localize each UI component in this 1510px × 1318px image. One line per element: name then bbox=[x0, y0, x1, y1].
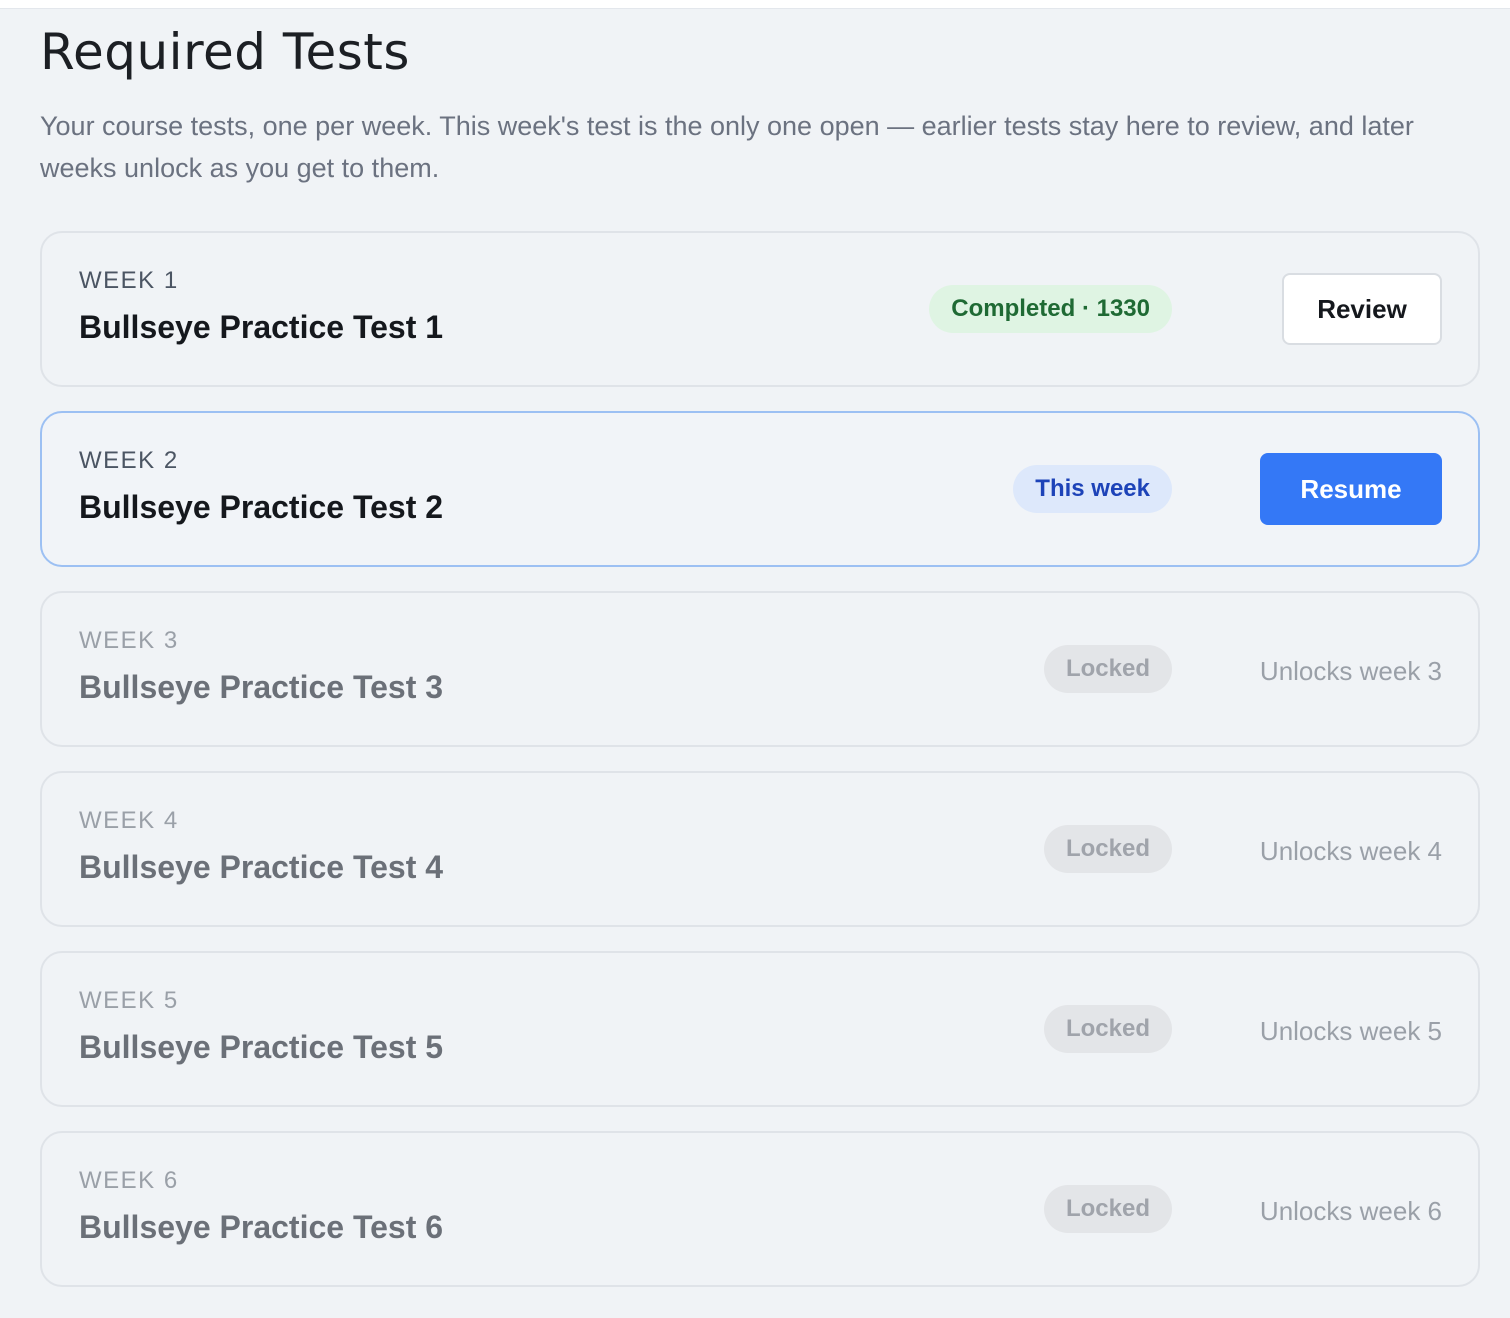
test-card-week-2: WEEK 2 Bullseye Practice Test 2 This wee… bbox=[40, 411, 1480, 567]
resume-button[interactable]: Resume bbox=[1260, 453, 1442, 525]
this-week-badge: This week bbox=[1013, 465, 1172, 513]
unlock-note: Unlocks week 6 bbox=[1259, 1196, 1442, 1226]
page-title: Required Tests bbox=[40, 23, 410, 81]
completed-badge: Completed · 1330 bbox=[929, 285, 1172, 333]
test-name: Bullseye Practice Test 1 bbox=[79, 309, 444, 345]
locked-badge: Locked bbox=[1043, 1185, 1172, 1233]
locked-badge: Locked bbox=[1043, 825, 1172, 873]
page-description: Your course tests, one per week. This we… bbox=[40, 111, 1414, 183]
unlock-note: Unlocks week 3 bbox=[1259, 656, 1442, 686]
week-label: WEEK 2 bbox=[79, 447, 179, 474]
locked-badge: Locked bbox=[1043, 645, 1172, 693]
week-label: WEEK 5 bbox=[79, 987, 179, 1014]
test-card-week-6: WEEK 6 Bullseye Practice Test 6 Locked U… bbox=[40, 1131, 1480, 1287]
test-name: Bullseye Practice Test 5 bbox=[79, 1029, 444, 1065]
week-label: WEEK 1 bbox=[79, 267, 179, 294]
review-button[interactable]: Review bbox=[1282, 273, 1442, 345]
locked-badge: Locked bbox=[1043, 1005, 1172, 1053]
test-list: WEEK 1 Bullseye Practice Test 1 Complete… bbox=[40, 231, 1480, 1311]
test-name: Bullseye Practice Test 2 bbox=[79, 489, 444, 525]
unlock-note: Unlocks week 4 bbox=[1259, 836, 1442, 866]
test-card-week-4: WEEK 4 Bullseye Practice Test 4 Locked U… bbox=[40, 771, 1480, 927]
test-card-week-5: WEEK 5 Bullseye Practice Test 5 Locked U… bbox=[40, 951, 1480, 1107]
week-label: WEEK 6 bbox=[79, 1167, 179, 1194]
test-name: Bullseye Practice Test 6 bbox=[79, 1209, 444, 1245]
unlock-note: Unlocks week 5 bbox=[1259, 1016, 1442, 1046]
test-name: Bullseye Practice Test 3 bbox=[79, 669, 444, 705]
test-card-week-1: WEEK 1 Bullseye Practice Test 1 Complete… bbox=[40, 231, 1480, 387]
week-label: WEEK 4 bbox=[79, 807, 179, 834]
test-name: Bullseye Practice Test 4 bbox=[79, 849, 444, 885]
required-tests-page: Required Tests Your course tests, one pe… bbox=[0, 8, 1510, 1318]
week-label: WEEK 3 bbox=[79, 627, 179, 654]
test-card-week-3: WEEK 3 Bullseye Practice Test 3 Locked U… bbox=[40, 591, 1480, 747]
